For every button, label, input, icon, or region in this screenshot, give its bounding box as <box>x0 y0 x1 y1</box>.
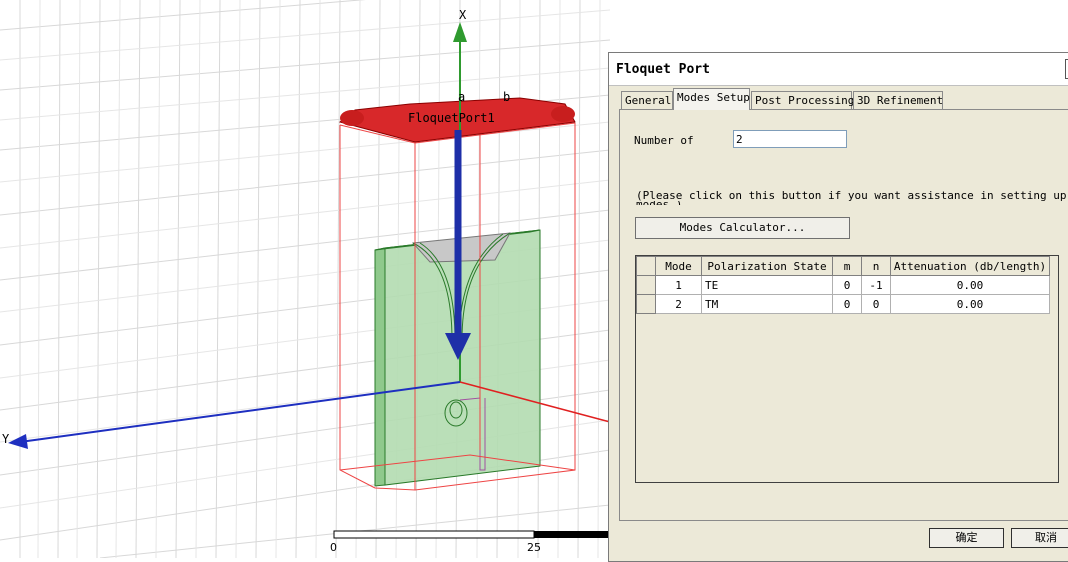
table-row[interactable]: 2 TM 0 0 0.00 <box>636 294 1050 314</box>
dialog-title: Floquet Port <box>616 62 710 77</box>
row-header-corner <box>636 256 656 276</box>
floquet-port-dialog: Floquet Port General Modes Setup Post Pr… <box>608 52 1068 562</box>
column-header-attenuation[interactable]: Attenuation (db/length) <box>890 256 1050 276</box>
cell-m[interactable]: 0 <box>832 294 862 314</box>
column-header-n[interactable]: n <box>861 256 891 276</box>
ok-button[interactable]: 确定 <box>929 528 1004 548</box>
tab-3d-refinement[interactable]: 3D Refinement <box>853 91 943 109</box>
help-text-line1: (Please click on this button if you want… <box>636 189 1067 202</box>
cell-polarization[interactable]: TE <box>701 275 833 295</box>
lattice-b-label: b <box>503 90 511 104</box>
tab-general[interactable]: General <box>621 91 673 109</box>
cell-n[interactable]: -1 <box>861 275 891 295</box>
axis-x-label: X <box>459 8 467 22</box>
table-header-row: Mode Polarization State m n Attenuation … <box>636 256 1050 276</box>
axis-y-label: Y <box>2 432 10 446</box>
row-header[interactable] <box>636 275 656 295</box>
cancel-button[interactable]: 取消 <box>1011 528 1068 548</box>
ruler-start-label: 0 <box>330 541 337 554</box>
dialog-titlebar[interactable]: Floquet Port <box>609 53 1068 86</box>
cell-mode: 2 <box>655 294 702 314</box>
tab-post-processing[interactable]: Post Processing <box>751 91 854 109</box>
cell-m[interactable]: 0 <box>832 275 862 295</box>
cell-polarization[interactable]: TM <box>701 294 833 314</box>
row-header[interactable] <box>636 294 656 314</box>
cell-attenuation[interactable]: 0.00 <box>890 275 1050 295</box>
number-of-modes-input[interactable] <box>733 130 847 148</box>
column-header-mode[interactable]: Mode <box>655 256 702 276</box>
help-text-line2: modes.) <box>636 201 682 205</box>
cell-mode: 1 <box>655 275 702 295</box>
modes-calculator-button[interactable]: Modes Calculator... <box>635 217 850 239</box>
modes-table: Mode Polarization State m n Attenuation … <box>635 255 1059 483</box>
cell-n[interactable]: 0 <box>861 294 891 314</box>
ruler-mid-label: 25 <box>527 541 541 554</box>
number-of-modes-label: Number of <box>634 134 694 147</box>
cell-attenuation[interactable]: 0.00 <box>890 294 1050 314</box>
column-header-polarization[interactable]: Polarization State <box>701 256 833 276</box>
port-name-label: FloquetPort1 <box>408 111 495 125</box>
lattice-a-label: a <box>458 90 466 104</box>
table-row[interactable]: 1 TE 0 -1 0.00 <box>636 275 1050 295</box>
tab-modes-setup[interactable]: Modes Setup <box>673 88 750 110</box>
column-header-m[interactable]: m <box>832 256 862 276</box>
scale-ruler <box>333 530 610 539</box>
